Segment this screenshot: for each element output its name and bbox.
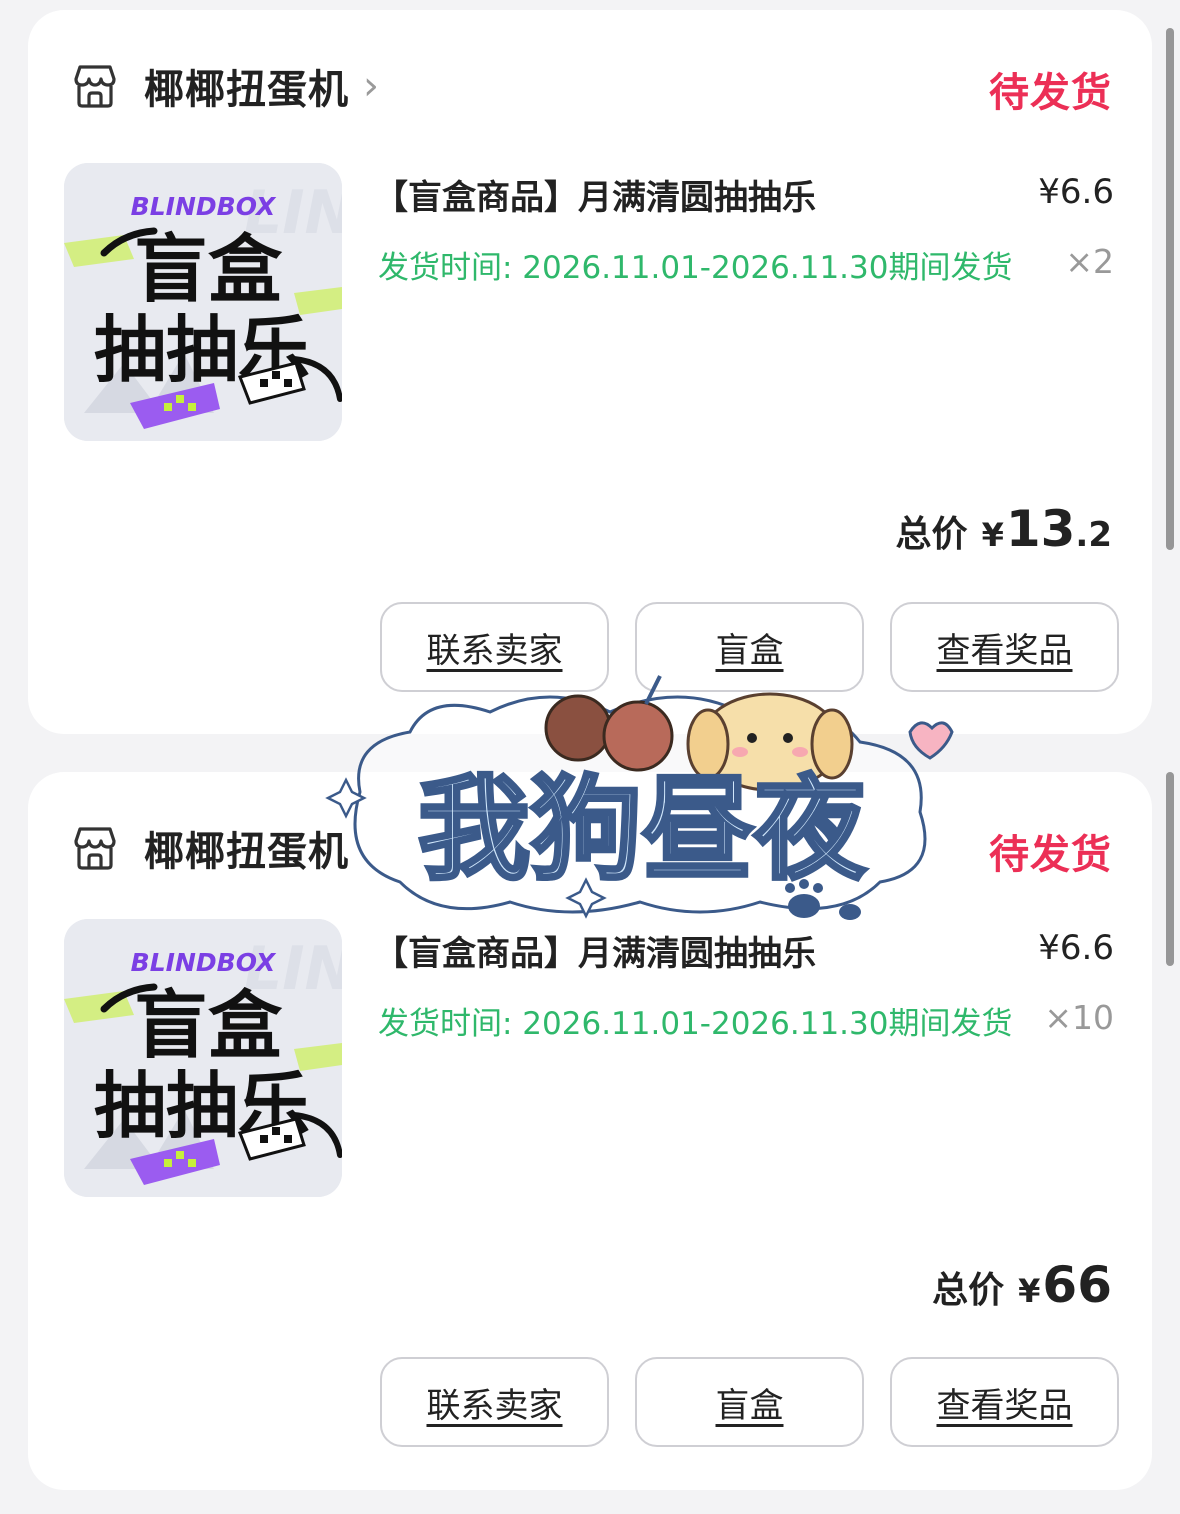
order-status: 待发货 bbox=[989, 832, 1112, 878]
blindbox-button[interactable]: 盲盒 bbox=[635, 602, 864, 692]
shop-header[interactable]: 椰椰扭蛋机 bbox=[68, 816, 349, 880]
total-decimal: .2 bbox=[1075, 515, 1112, 555]
blindbox-image: LIND BLINDBOX 盲盒 抽抽乐 bbox=[64, 919, 342, 1197]
order-total: 总价 ¥ 66 bbox=[932, 1256, 1112, 1314]
order-status: 待发货 bbox=[989, 70, 1112, 116]
total-integer: 66 bbox=[1042, 1256, 1112, 1314]
order-card: 椰椰扭蛋机 待发货 LIND BLINDBOX 盲盒 抽抽乐 【盲盒商品】月满清… bbox=[28, 772, 1152, 1490]
total-label: 总价 bbox=[932, 1270, 1005, 1311]
scrollbar[interactable] bbox=[1166, 772, 1174, 966]
unit-price: ¥6.6 bbox=[1038, 928, 1114, 968]
contact-seller-button[interactable]: 联系卖家 bbox=[380, 1357, 609, 1447]
ship-time: 发货时间: 2026.11.01-2026.11.30期间发货 bbox=[378, 1006, 1013, 1042]
unit-price: ¥6.6 bbox=[1038, 172, 1114, 212]
product-thumbnail[interactable]: LIND BLINDBOX 盲盒 抽抽乐 bbox=[64, 163, 342, 441]
scrollbar[interactable] bbox=[1166, 28, 1174, 550]
contact-seller-button[interactable]: 联系卖家 bbox=[380, 602, 609, 692]
shop-name: 椰椰扭蛋机 bbox=[144, 67, 349, 113]
order-total: 总价 ¥ 13 .2 bbox=[896, 500, 1112, 558]
thumb-line1: 盲盒 bbox=[134, 983, 283, 1069]
quantity: ×2 bbox=[1065, 242, 1114, 281]
chevron-right-icon: › bbox=[363, 63, 379, 109]
product-title[interactable]: 【盲盒商品】月满清圆抽抽乐 bbox=[374, 926, 816, 975]
thumb-line1: 盲盒 bbox=[134, 227, 283, 313]
blindbox-image: LIND BLINDBOX 盲盒 抽抽乐 bbox=[64, 163, 342, 441]
view-prizes-button[interactable]: 查看奖品 bbox=[890, 1357, 1119, 1447]
product-thumbnail[interactable]: LIND BLINDBOX 盲盒 抽抽乐 bbox=[64, 919, 342, 1197]
total-integer: 13 bbox=[1005, 500, 1076, 558]
thumb-brand: BLINDBOX bbox=[131, 948, 277, 977]
shop-icon bbox=[74, 65, 116, 108]
shop-name: 椰椰扭蛋机 bbox=[144, 829, 349, 875]
blindbox-button[interactable]: 盲盒 bbox=[635, 1357, 864, 1447]
total-label: 总价 bbox=[895, 514, 968, 555]
shop-header[interactable]: 椰椰扭蛋机 › bbox=[68, 54, 379, 118]
quantity: ×10 bbox=[1044, 998, 1114, 1037]
thumb-brand: BLINDBOX bbox=[131, 192, 277, 221]
ship-time: 发货时间: 2026.11.01-2026.11.30期间发货 bbox=[378, 250, 1013, 286]
product-title[interactable]: 【盲盒商品】月满清圆抽抽乐 bbox=[374, 170, 816, 219]
total-currency: ¥ bbox=[1018, 1272, 1041, 1310]
total-currency: ¥ bbox=[981, 516, 1004, 554]
view-prizes-button[interactable]: 查看奖品 bbox=[890, 602, 1119, 692]
shop-icon bbox=[74, 827, 116, 870]
order-card: 椰椰扭蛋机 › 待发货 LIND BLINDBOX 盲盒 抽抽乐 【盲盒商品】月… bbox=[28, 10, 1152, 734]
